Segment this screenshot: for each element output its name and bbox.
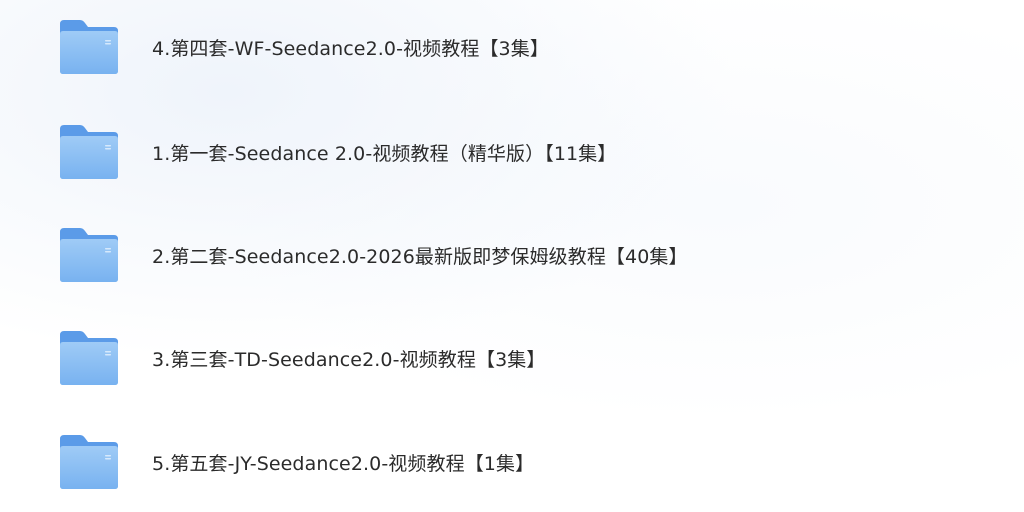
folder-name: 2.第二套-Seedance2.0-2026最新版即梦保姆级教程【40集】 (152, 245, 688, 268)
folder-item[interactable]: 5.第五套-JY-Seedance2.0-视频教程【1集】 (40, 426, 940, 498)
folder-item[interactable]: 3.第三套-TD-Seedance2.0-视频教程【3集】 (40, 322, 940, 394)
folder-name: 5.第五套-JY-Seedance2.0-视频教程【1集】 (152, 452, 535, 475)
folder-icon (58, 123, 120, 181)
folder-item[interactable]: 2.第二套-Seedance2.0-2026最新版即梦保姆级教程【40集】 (40, 219, 940, 291)
folder-name: 3.第三套-TD-Seedance2.0-视频教程【3集】 (152, 348, 546, 371)
folder-item[interactable]: 1.第一套-Seedance 2.0-视频教程（精华版）【11集】 (40, 116, 940, 188)
folder-icon (58, 18, 120, 76)
folder-name: 4.第四套-WF-Seedance2.0-视频教程【3集】 (152, 37, 549, 60)
folder-name: 1.第一套-Seedance 2.0-视频教程（精华版）【11集】 (152, 142, 617, 165)
folder-icon (58, 433, 120, 491)
folder-icon (58, 226, 120, 284)
folder-icon (58, 329, 120, 387)
folder-list: 4.第四套-WF-Seedance2.0-视频教程【3集】 1.第一套-Seed… (0, 0, 1024, 512)
folder-item[interactable]: 4.第四套-WF-Seedance2.0-视频教程【3集】 (40, 11, 940, 83)
